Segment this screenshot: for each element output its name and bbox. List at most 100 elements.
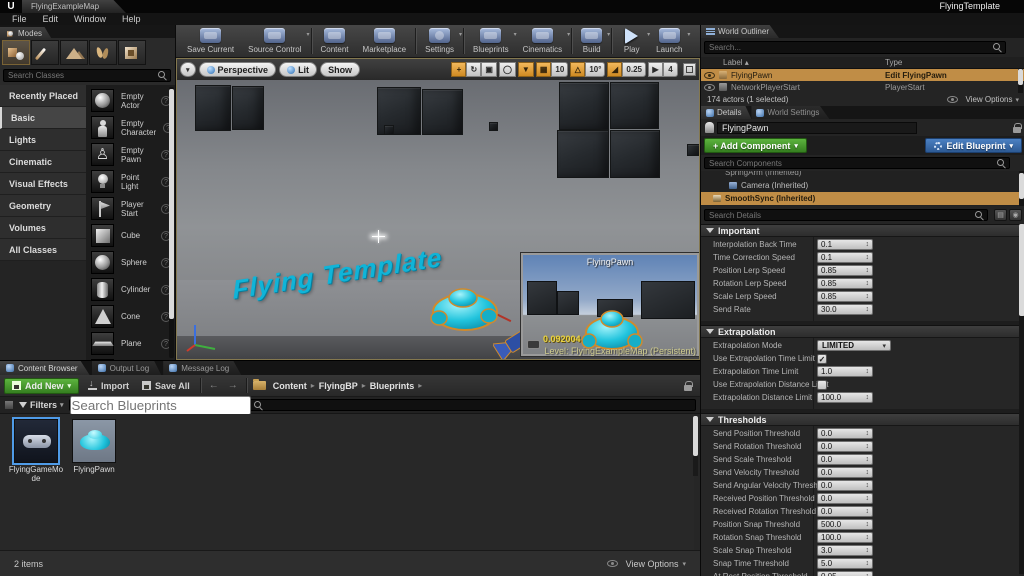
viewport-scene[interactable]: Flying Template bbox=[177, 80, 699, 359]
scene-cube[interactable] bbox=[610, 130, 660, 178]
scrollbar-thumb[interactable] bbox=[1018, 69, 1023, 85]
scene-cube[interactable] bbox=[610, 82, 659, 129]
number-field-position-lerp-speed[interactable]: 0.85↕ bbox=[817, 265, 873, 276]
chevron-down-icon[interactable]: ▾ bbox=[687, 31, 690, 38]
scene-cube[interactable] bbox=[422, 89, 463, 135]
add-new-button[interactable]: Add New ▾ bbox=[4, 378, 79, 394]
outliner-view-options-button[interactable]: View Options ▾ bbox=[944, 95, 1019, 104]
level-tab[interactable]: FlyingExampleMap bbox=[22, 0, 126, 13]
save-all-button[interactable]: Save All bbox=[138, 381, 194, 391]
search-assets-input[interactable] bbox=[70, 396, 251, 415]
add-component-button[interactable]: + Add Component ▾ bbox=[704, 138, 807, 153]
chevron-down-icon[interactable]: ▾ bbox=[459, 31, 462, 38]
maximize-viewport-button[interactable] bbox=[683, 63, 696, 76]
import-button[interactable]: Import bbox=[84, 381, 133, 391]
class-item-plane[interactable]: Plane? bbox=[86, 330, 175, 357]
class-item-cube[interactable]: Cube? bbox=[86, 222, 175, 249]
tab-content-browser[interactable]: Content Browser bbox=[0, 361, 90, 375]
spinner-icon[interactable]: ↕ bbox=[866, 443, 870, 450]
assets-scrollbar[interactable] bbox=[693, 416, 698, 476]
chevron-down-icon[interactable]: ▾ bbox=[607, 31, 610, 38]
toolbar-play-button[interactable]: ▾Play bbox=[614, 26, 649, 57]
spinner-icon[interactable]: ↕ bbox=[866, 430, 870, 437]
outliner-row-type[interactable]: Edit FlyingPawn bbox=[885, 71, 1024, 80]
section-header-important[interactable]: Important bbox=[701, 224, 1019, 237]
number-field-position-snap-threshold[interactable]: 500.0↕ bbox=[817, 519, 873, 530]
number-field-scale-snap-threshold[interactable]: 3.0↕ bbox=[817, 545, 873, 556]
number-field-interpolation-back-time[interactable]: 0.1↕ bbox=[817, 239, 873, 250]
toolbar-marketplace-button[interactable]: Marketplace bbox=[356, 26, 414, 57]
sources-panel-toggle-icon[interactable] bbox=[4, 400, 14, 410]
number-field-send-rate[interactable]: 30.0↕ bbox=[817, 304, 873, 315]
component-scrollbar[interactable] bbox=[1019, 171, 1024, 206]
spinner-icon[interactable]: ↕ bbox=[866, 469, 870, 476]
number-field-send-angular-velocity-threshold[interactable]: 0.0↕ bbox=[817, 480, 873, 491]
category-recently-placed[interactable]: Recently Placed bbox=[0, 85, 86, 107]
scene-cube[interactable] bbox=[232, 86, 264, 130]
menu-edit[interactable]: Edit bbox=[35, 13, 67, 25]
grid-snap-value-button[interactable]: 10 bbox=[551, 62, 568, 77]
class-item-cone[interactable]: Cone? bbox=[86, 303, 175, 330]
spinner-icon[interactable]: ↕ bbox=[866, 521, 870, 528]
component-smoothsync[interactable]: SmoothSync (Inherited) bbox=[701, 192, 1024, 205]
eye-icon[interactable] bbox=[704, 84, 715, 91]
category-lights[interactable]: Lights bbox=[0, 129, 86, 151]
class-item-sphere[interactable]: Sphere? bbox=[86, 249, 175, 276]
actor-name-field[interactable] bbox=[717, 122, 917, 134]
spinner-icon[interactable]: ↕ bbox=[866, 547, 870, 554]
class-item-point-light[interactable]: Point Light? bbox=[86, 168, 175, 195]
show-flags-button[interactable]: Show bbox=[320, 62, 360, 77]
checkbox-use-extrapolation-distance-limit[interactable] bbox=[817, 380, 827, 390]
lock-sources-icon[interactable] bbox=[684, 381, 692, 391]
toolbar-save-current-button[interactable]: Save Current bbox=[180, 26, 241, 57]
breadcrumb-content[interactable]: Content bbox=[271, 381, 309, 391]
scene-cube[interactable] bbox=[384, 125, 394, 135]
camera-mode-button[interactable]: Perspective bbox=[199, 62, 277, 77]
outliner-row-networkplayerstart[interactable]: NetworkPlayerStartPlayerStart bbox=[701, 81, 1024, 93]
view-mode-button[interactable]: Lit bbox=[279, 62, 317, 77]
tab-output-log[interactable]: Output Log bbox=[92, 361, 162, 375]
sun-sprite-icon[interactable] bbox=[372, 230, 385, 243]
scene-cube[interactable] bbox=[559, 82, 609, 130]
preview-pin-button[interactable] bbox=[527, 340, 540, 349]
toolbar-cinematics-button[interactable]: ▾Cinematics bbox=[516, 26, 570, 57]
scrollbar-thumb[interactable] bbox=[693, 416, 698, 456]
number-field-rotation-lerp-speed[interactable]: 0.85↕ bbox=[817, 278, 873, 289]
rotation-snap-toggle-button[interactable]: △ bbox=[570, 62, 585, 77]
search-components-input[interactable] bbox=[705, 159, 994, 168]
number-field-send-rotation-threshold[interactable]: 0.0↕ bbox=[817, 441, 873, 452]
number-field-received-rotation-threshold[interactable]: 0.0↕ bbox=[817, 506, 873, 517]
scale-snap-toggle-button[interactable]: ◢ bbox=[607, 62, 622, 77]
scale-tool-button[interactable]: ▣ bbox=[481, 62, 497, 77]
display-filter-button[interactable]: ◉ bbox=[1009, 209, 1022, 221]
menu-help[interactable]: Help bbox=[114, 13, 149, 25]
tab-modes[interactable]: Modes bbox=[0, 27, 52, 40]
spinner-icon[interactable]: ↕ bbox=[866, 280, 870, 287]
camera-speed-icon[interactable]: ▶ bbox=[648, 62, 663, 77]
search-classes-input[interactable] bbox=[4, 71, 155, 80]
category-cinematic[interactable]: Cinematic bbox=[0, 151, 86, 173]
category-visual-effects[interactable]: Visual Effects bbox=[0, 173, 86, 195]
toolbar-source-control-button[interactable]: ▾Source Control bbox=[241, 26, 308, 57]
scrollbar-thumb[interactable] bbox=[169, 89, 174, 319]
type-column-header[interactable]: Type bbox=[885, 58, 902, 67]
camera-speed-value-button[interactable]: 4 bbox=[663, 62, 678, 77]
spinner-icon[interactable]: ↕ bbox=[866, 267, 870, 274]
spinner-icon[interactable]: ↕ bbox=[866, 560, 870, 567]
spinner-icon[interactable]: ↕ bbox=[866, 241, 870, 248]
spinner-icon[interactable]: ↕ bbox=[866, 508, 870, 515]
scale-snap-value-button[interactable]: 0.25 bbox=[622, 62, 646, 77]
scrollbar-thumb[interactable] bbox=[1019, 173, 1024, 199]
toolbar-content-button[interactable]: Content bbox=[314, 26, 356, 57]
rotate-tool-button[interactable]: ↻ bbox=[466, 62, 481, 77]
scene-cube[interactable] bbox=[195, 85, 231, 131]
number-field-scale-lerp-speed[interactable]: 0.85↕ bbox=[817, 291, 873, 302]
asset-flyingpawn[interactable]: FlyingPawn bbox=[66, 419, 122, 474]
class-list-scrollbar[interactable] bbox=[169, 87, 174, 358]
tab-message-log[interactable]: Message Log bbox=[163, 361, 241, 375]
spinner-icon[interactable]: ↕ bbox=[866, 456, 870, 463]
filters-button[interactable]: Filters ▾ bbox=[19, 400, 64, 410]
number-field-extrapolation-time-limit[interactable]: 1.0↕ bbox=[817, 366, 873, 377]
component-springarm[interactable]: SpringArm (Inherited) bbox=[701, 171, 1024, 179]
outliner-scrollbar[interactable] bbox=[1018, 69, 1023, 93]
